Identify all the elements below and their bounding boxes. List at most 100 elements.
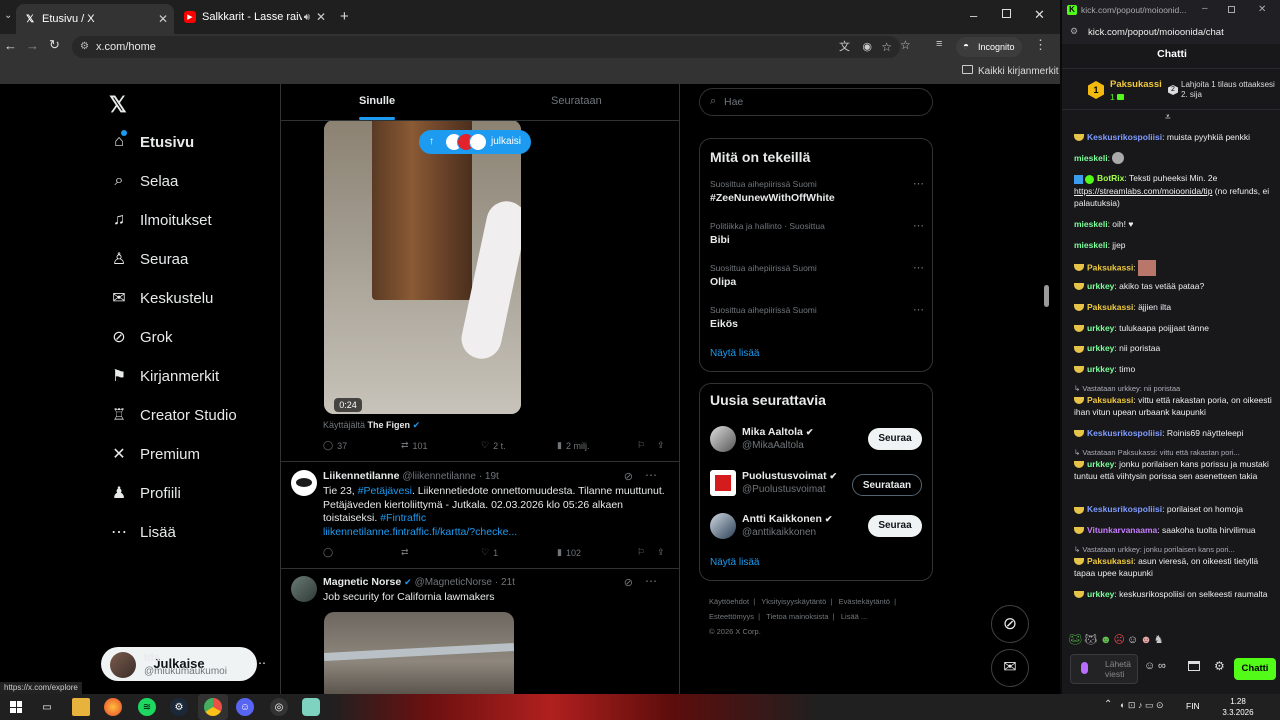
nav-item-premium[interactable]: ✕ Premium bbox=[108, 440, 200, 468]
url-input[interactable]: ⚙ x.com/home 文 ◉ ☆ bbox=[72, 36, 900, 58]
views-action[interactable]: ▮ 2 milj. bbox=[557, 440, 589, 451]
start-icon[interactable] bbox=[10, 701, 22, 713]
spotify-icon[interactable]: ≋ bbox=[138, 698, 156, 716]
follow-suggestion[interactable]: Antti Kaikkonen ✔ @anttikaikkonen Seuraa bbox=[700, 511, 934, 547]
chat-username[interactable]: urkkey bbox=[1087, 323, 1114, 333]
x-logo-icon[interactable]: 𝕏 bbox=[109, 92, 127, 118]
leader-name[interactable]: Paksukassi bbox=[1110, 79, 1162, 90]
reload-icon[interactable]: ↻ bbox=[49, 37, 60, 53]
more-icon[interactable]: ⋯ bbox=[254, 656, 266, 670]
chat-username[interactable]: urkkey bbox=[1087, 281, 1114, 291]
chat-username[interactable]: Paksukassi bbox=[1087, 395, 1133, 405]
avatar[interactable] bbox=[291, 470, 317, 496]
new-posts-pill[interactable]: ↑ julkaisi bbox=[419, 130, 532, 154]
nav-item-keskustelu[interactable]: ✉ Keskustelu bbox=[108, 284, 213, 312]
nav-item-seuraa[interactable]: ♙ Seuraa bbox=[108, 245, 189, 273]
close-window-icon[interactable]: ✕ bbox=[1034, 7, 1045, 23]
file-explorer-icon[interactable] bbox=[72, 698, 90, 716]
reply-action[interactable]: ◯ 37 bbox=[323, 440, 347, 451]
site-info-icon[interactable]: ⚙ bbox=[80, 36, 89, 58]
gear-icon[interactable]: ⚙ bbox=[1214, 659, 1225, 673]
views-action[interactable]: ▮ 102 bbox=[557, 547, 581, 558]
show-more-link[interactable]: Näytä lisää bbox=[710, 348, 759, 359]
more-icon[interactable]: ⋯ bbox=[913, 177, 924, 190]
hashtag-link[interactable]: #Fintraffic bbox=[380, 512, 426, 524]
frog-emote-icon[interactable]: 🐸︎ bbox=[1068, 634, 1084, 646]
like-action[interactable]: ♡ 2 t. bbox=[481, 440, 506, 451]
tab-for-you[interactable]: Sinulle bbox=[359, 95, 395, 107]
chat-message-input[interactable]: Lähetä viesti bbox=[1070, 654, 1138, 684]
chat-username[interactable]: Paksukassi bbox=[1087, 556, 1133, 566]
close-icon[interactable]: ✕ bbox=[316, 10, 326, 24]
follow-button[interactable]: Seuraa bbox=[868, 428, 922, 450]
more-icon[interactable]: ⋯ bbox=[913, 303, 924, 316]
tab-search-icon[interactable]: ⌄ bbox=[4, 10, 12, 21]
following-button[interactable]: Seurataan bbox=[852, 474, 922, 496]
devil-emote-icon[interactable]: ☹ bbox=[1114, 634, 1127, 646]
follow-button[interactable]: Seuraa bbox=[868, 515, 922, 537]
author-name[interactable]: Liikennetilanne bbox=[323, 470, 399, 482]
footer-link[interactable]: Esteettömyys bbox=[709, 612, 754, 621]
incognito-badge[interactable]: ◓ Incognito bbox=[956, 37, 1022, 57]
store-icon[interactable] bbox=[1188, 661, 1200, 671]
follow-suggestion[interactable]: Puolustusvoimat ✔ @Puolustusvoimat Seurata… bbox=[700, 468, 934, 504]
nav-item-lisää[interactable]: ⋯ Lisää bbox=[108, 518, 176, 546]
chat-username[interactable]: Keskusrikospoliisi bbox=[1087, 132, 1162, 142]
more-icon[interactable]: ⋯ bbox=[645, 574, 657, 588]
menu-kebab-icon[interactable]: ⋮ bbox=[1034, 37, 1047, 53]
nav-item-creator-studio[interactable]: ♖ Creator Studio bbox=[108, 401, 237, 429]
chat-username[interactable]: Keskusrikospoliisi bbox=[1087, 504, 1162, 514]
bookmark-action[interactable]: ⚐ bbox=[637, 547, 645, 558]
reply-context[interactable]: ↳ Vastataan urkkey: nii poristaa bbox=[1074, 384, 1274, 393]
avatar[interactable] bbox=[291, 576, 317, 602]
follow-suggestion[interactable]: Mika Aaltola ✔ @MikaAaltola Seuraa bbox=[700, 424, 934, 460]
task-view-icon[interactable]: ▭ bbox=[38, 698, 56, 716]
tweet-link[interactable]: liikennetilanne.fintraffic.fi/kartta/?ch… bbox=[323, 526, 517, 538]
account-switcher[interactable]: Ida @miukumaukumoi ⋯ bbox=[108, 650, 278, 690]
video-player[interactable]: 0:24 bbox=[324, 120, 521, 414]
share-action[interactable]: ⇪ bbox=[657, 547, 665, 558]
tab-youtube[interactable]: ▶ Salkkarit - Lasse raivoaa Mi 🔊︎ ✕ bbox=[176, 5, 332, 29]
app-icon[interactable] bbox=[302, 698, 320, 716]
maximize-icon[interactable] bbox=[1228, 6, 1235, 13]
reply-action[interactable]: ◯ bbox=[323, 547, 333, 558]
show-more-link[interactable]: Näytä lisää bbox=[710, 557, 759, 568]
nav-item-grok[interactable]: ⊘ Grok bbox=[108, 323, 172, 351]
discord-icon[interactable]: ☺ bbox=[236, 698, 254, 716]
more-icon[interactable]: ⋯ bbox=[913, 219, 924, 232]
reply-context[interactable]: ↳ Vastataan Paksukassi: vittu että rakas… bbox=[1074, 448, 1274, 457]
site-info-icon[interactable]: ⚙ bbox=[1070, 26, 1078, 37]
new-tab-icon[interactable]: + bbox=[340, 8, 349, 25]
footer-link[interactable]: Yksityisyyskäytäntö bbox=[761, 597, 826, 606]
footer-link[interactable]: Lisää ... bbox=[841, 612, 867, 621]
chat-username[interactable]: mieskeli bbox=[1074, 219, 1108, 229]
more-icon[interactable]: ⋯ bbox=[913, 261, 924, 274]
chevron-up-icon[interactable]: ⌃ bbox=[1104, 699, 1112, 710]
trend-item[interactable]: Suosittua aihepiirissä Suomi Eikös ⋯ bbox=[710, 303, 924, 330]
bookmark-star-icon[interactable]: ☆ bbox=[900, 38, 911, 52]
share-action[interactable]: ⇪ bbox=[657, 440, 665, 451]
author-name[interactable]: Magnetic Norse bbox=[323, 576, 401, 588]
footer-link[interactable]: Evästekäytäntö bbox=[839, 597, 890, 606]
author-handle[interactable]: @liikennetilanne bbox=[402, 471, 476, 482]
emoji-icon[interactable]: ☺ bbox=[1144, 660, 1155, 672]
messages-float-button[interactable]: ✉ bbox=[991, 649, 1029, 687]
chat-username[interactable]: mieskeli bbox=[1074, 153, 1108, 163]
obs-icon[interactable]: ◎ bbox=[270, 698, 288, 716]
trend-item[interactable]: Politiikka ja hallinto · Suosittua Bibi ⋯ bbox=[710, 219, 924, 246]
infinity-icon[interactable]: ∞ bbox=[1158, 660, 1166, 672]
minimize-icon[interactable]: – bbox=[970, 8, 977, 23]
minimize-icon[interactable]: – bbox=[1202, 3, 1208, 14]
send-chat-button[interactable]: Chatti bbox=[1234, 658, 1276, 680]
chat-username[interactable]: urkkey bbox=[1087, 364, 1114, 374]
chat-username[interactable]: BotRix bbox=[1097, 173, 1124, 183]
frog-emote-icon[interactable]: ☻ bbox=[1100, 634, 1114, 646]
tweet-time[interactable]: 19t bbox=[485, 471, 499, 482]
maximize-icon[interactable] bbox=[1002, 9, 1011, 18]
all-bookmarks-link[interactable]: Kaikki kirjanmerkit bbox=[978, 66, 1059, 77]
credit-name[interactable]: The Figen bbox=[368, 420, 411, 430]
chat-username[interactable]: urkkey bbox=[1087, 343, 1114, 353]
repost-action[interactable]: ⇄ bbox=[401, 547, 409, 558]
nav-item-profiili[interactable]: ♟ Profiili bbox=[108, 479, 181, 507]
clock[interactable]: 1.28 3.3.2026 bbox=[1208, 696, 1268, 718]
